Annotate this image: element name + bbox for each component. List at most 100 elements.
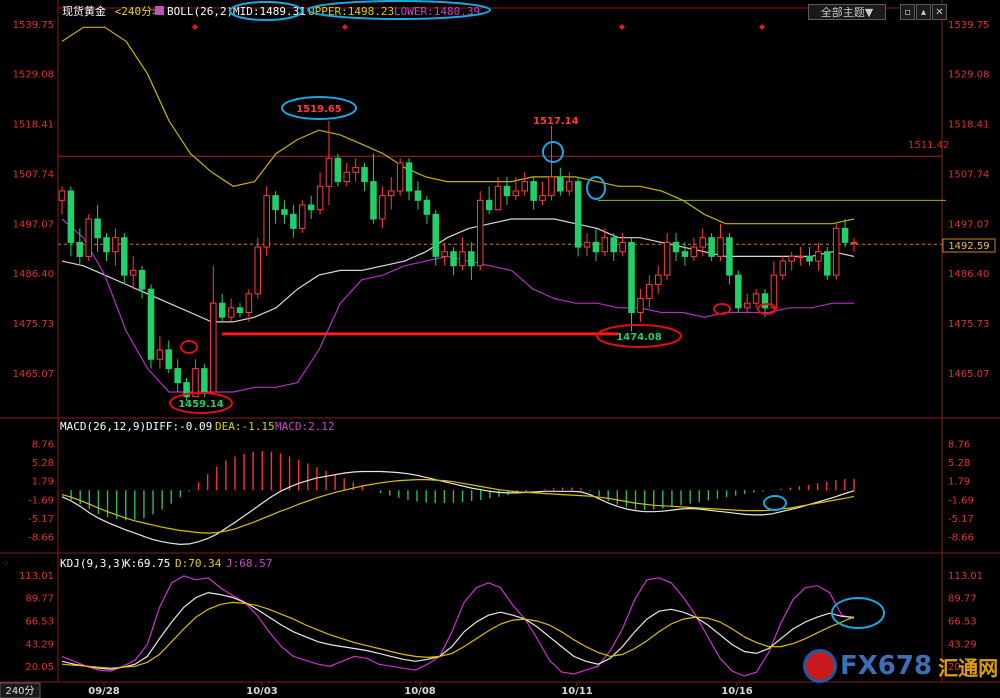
- candle-up: [637, 297, 644, 314]
- macd-tick-right: 1.79: [948, 477, 970, 488]
- kdj-tick-right: 66.53: [948, 617, 977, 628]
- candle-up: [476, 199, 484, 267]
- kdj-tick-left: 89.77: [25, 594, 54, 605]
- macd-tick-left: 1.79: [32, 477, 54, 488]
- candle-up: [263, 195, 270, 248]
- signal-diamond-icon: [342, 24, 348, 30]
- theme-dropdown-label: 全部主题▼: [820, 6, 874, 19]
- candle-down: [672, 241, 680, 253]
- kdj-d-value: D:70.34: [175, 557, 222, 570]
- candle-down: [307, 204, 315, 211]
- candle-up: [752, 293, 760, 304]
- candle-down: [592, 241, 600, 253]
- candle-up: [743, 302, 751, 309]
- candle-up: [254, 246, 262, 295]
- candle-down: [432, 213, 440, 257]
- svg-text:现货黄金 <240分>: 现货黄金 <240分>: [62, 4, 159, 18]
- candle-up: [646, 283, 653, 299]
- candle-down: [236, 307, 244, 314]
- kdj-j-value: J:68.57: [226, 557, 272, 570]
- candle-down: [450, 251, 457, 267]
- kdj-cross-ring: [831, 597, 885, 629]
- candle-up: [325, 157, 333, 187]
- candle-down: [530, 181, 537, 201]
- candle-up: [815, 251, 822, 262]
- price-tick-left: 1507.74: [13, 169, 54, 180]
- candle-down: [841, 227, 849, 243]
- candle-up: [548, 176, 555, 197]
- candle-up: [797, 255, 804, 258]
- kdj-tick-left: 43.29: [25, 639, 54, 650]
- signal-diamond-icon: [759, 24, 765, 30]
- kdj-k-value: K:69.75: [124, 557, 170, 570]
- candle-down: [806, 255, 813, 262]
- candle-down: [708, 237, 715, 257]
- price-tick-left: 1539.75: [13, 20, 54, 31]
- candle-down: [414, 190, 422, 201]
- candlesticks: [58, 120, 858, 402]
- candle-up: [770, 274, 778, 309]
- macd-tick-left: -5.17: [28, 514, 54, 525]
- period-label: <240分>: [115, 5, 159, 18]
- candle-up: [494, 185, 502, 211]
- macd-diff-value: DIFF:-0.09: [146, 420, 212, 433]
- date-label: 10/11: [561, 686, 593, 697]
- candle-up: [245, 293, 253, 314]
- macd-macd-value: MACD:2.12: [275, 420, 335, 433]
- chart-canvas: 1539.75 1529.08 1518.41 1507.74 1497.07 1486.…: [0, 0, 1000, 698]
- price-tick-right: 1507.74: [948, 169, 989, 180]
- macd-dea-line: [61, 479, 855, 534]
- macd-title: MACD(26,12,9): [60, 420, 146, 433]
- pane-settings-icon[interactable]: ⁘: [2, 559, 10, 569]
- fx678-watermark: FX678 汇通网: [806, 648, 998, 684]
- candle-down: [361, 167, 368, 183]
- price-tick-left: 1497.07: [13, 219, 54, 230]
- top-ring: [542, 141, 564, 163]
- candle-down: [94, 218, 101, 239]
- macd-tick-right: 8.76: [948, 439, 970, 450]
- macd-dea-value: DEA:-1.15: [215, 420, 275, 433]
- candle-down: [103, 237, 110, 253]
- candle-up: [601, 237, 609, 253]
- candle-down: [735, 274, 742, 309]
- candle-up: [690, 246, 698, 257]
- window-minimize-button[interactable]: ▴: [916, 4, 931, 20]
- candle-up: [379, 195, 386, 220]
- macd-tick-right: -1.69: [948, 495, 974, 506]
- macd-tick-left: -8.66: [28, 533, 54, 544]
- price-tick-left: 1518.41: [13, 120, 54, 131]
- window-restore-button[interactable]: ▫: [900, 4, 915, 20]
- candle-down: [824, 251, 831, 276]
- price-tick-right: 1465.07: [948, 369, 989, 380]
- candle-up: [565, 181, 573, 192]
- price-tick-right: 1518.41: [948, 120, 989, 131]
- macd-tick-right: 5.28: [948, 458, 970, 469]
- macd-tick-left: 5.28: [32, 458, 54, 469]
- breakout-ring: [586, 176, 606, 200]
- candle-up: [512, 190, 520, 197]
- theme-dropdown[interactable]: 全部主题▼: [808, 4, 886, 20]
- candle-up: [352, 167, 359, 173]
- candle-up: [316, 185, 324, 211]
- date-label: 10/16: [721, 686, 753, 697]
- price-tick-right: 1497.07: [948, 219, 989, 230]
- kdj-tick-left: 113.01: [19, 571, 54, 582]
- candle-down: [334, 157, 342, 183]
- candle-down: [281, 209, 288, 215]
- date-label: 10/03: [246, 686, 278, 697]
- boll-title: BOLL(26,2): [167, 5, 233, 18]
- kdj-j-line: [61, 575, 855, 677]
- price-tick-right: 1539.75: [948, 20, 989, 31]
- kdj-d-line: [61, 601, 855, 669]
- signal-markers: [180, 24, 777, 354]
- candle-down: [681, 251, 689, 257]
- resistance-label: 1511.42: [908, 140, 949, 151]
- price-tick-left: 1529.08: [13, 70, 54, 81]
- candle-up: [387, 190, 395, 197]
- candle-up: [343, 171, 351, 183]
- candle-up: [619, 241, 626, 253]
- candle-down: [423, 199, 431, 215]
- date-label: 09/28: [88, 686, 120, 697]
- price-axis-right: 1539.75 1529.08 1518.41 1507.74 1497.07 1486.…: [948, 20, 989, 380]
- window-close-button[interactable]: ✕: [932, 4, 947, 20]
